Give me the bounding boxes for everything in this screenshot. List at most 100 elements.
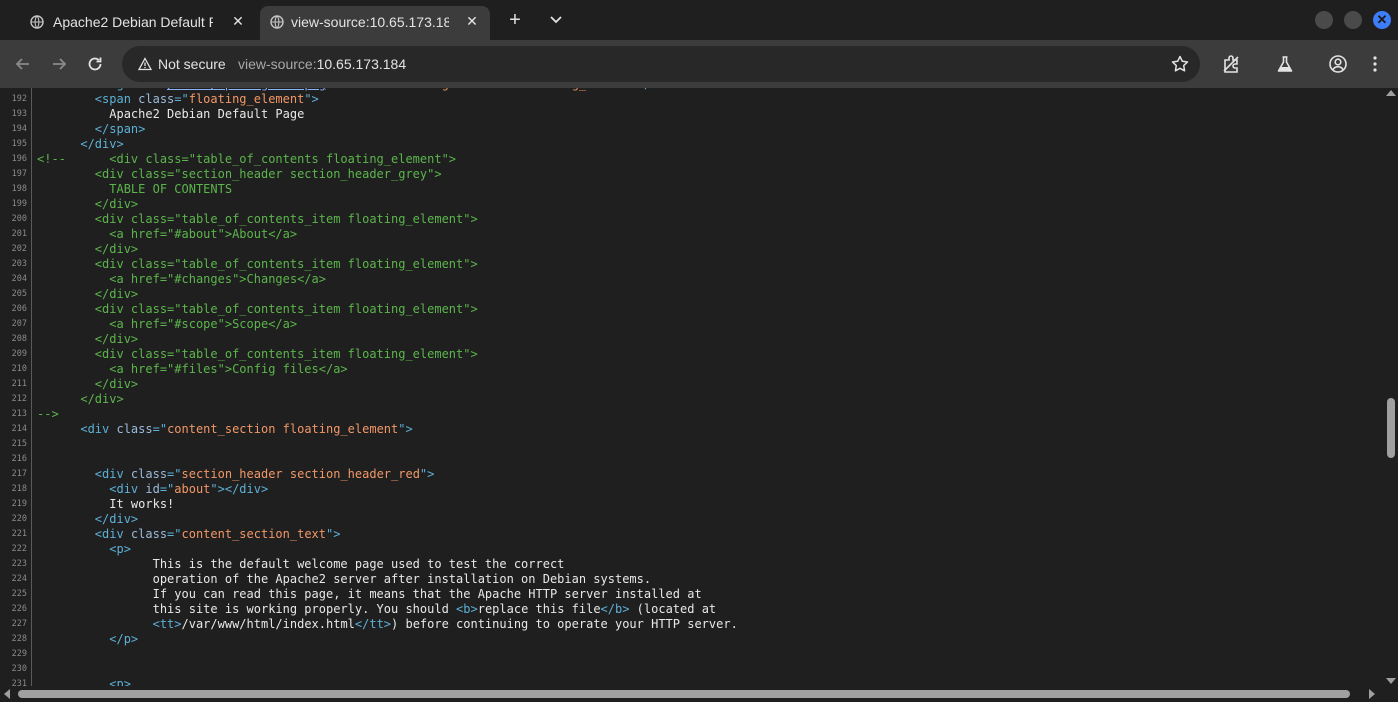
minimize-button[interactable]: [1315, 11, 1333, 29]
chevron-down-icon[interactable]: [548, 11, 564, 27]
scroll-left-arrow-icon[interactable]: [4, 689, 10, 699]
code-token: ": [456, 88, 470, 91]
line-number: 203: [11, 259, 27, 269]
vertical-scroll-thumb[interactable]: [1387, 398, 1395, 458]
line-number: 195: [11, 139, 27, 149]
code-token: =": [507, 88, 521, 91]
code-token: <b>: [456, 602, 478, 616]
code-token: Debian Logo: [377, 88, 456, 91]
tab-title: view-source:10.65.173.184: [291, 14, 449, 30]
line-number: 193: [11, 109, 27, 119]
maximize-button[interactable]: [1344, 11, 1362, 29]
vertical-scrollbar[interactable]: [1383, 88, 1398, 686]
line-number: 211: [11, 379, 27, 389]
kebab-menu-icon[interactable]: [1365, 54, 1385, 74]
code-token: ": [326, 88, 340, 91]
close-window-button[interactable]: ✕: [1373, 11, 1391, 29]
code-token: content_section_text: [181, 527, 327, 541]
close-tab-icon[interactable]: ✕: [230, 13, 246, 29]
bookmark-star-icon[interactable]: [1170, 54, 1190, 74]
code-token: <div class="section_header section_heade…: [37, 167, 442, 181]
code-token: "/>: [637, 88, 659, 91]
source-code: <a href="#changes">Changes</a>: [37, 272, 326, 287]
code-token: floating_element: [521, 88, 637, 91]
code-token: <a href="#scope">Scope</a>: [37, 317, 298, 331]
code-token: <div: [94, 467, 131, 481]
source-code: <a href="#scope">Scope</a>: [37, 317, 297, 332]
profile-icon[interactable]: [1328, 54, 1348, 74]
code-token: </span>: [94, 122, 146, 136]
scroll-down-arrow-icon[interactable]: [1386, 678, 1396, 684]
code-token: about: [174, 482, 211, 496]
code-token: ">: [304, 92, 319, 106]
line-number: 218: [11, 484, 27, 494]
code-token: =": [362, 88, 376, 91]
line-number: 220: [11, 514, 27, 524]
code-token: <div class="table_of_contents_item float…: [37, 302, 478, 316]
code-token: (located at: [629, 602, 717, 616]
horizontal-scrollbar[interactable]: [0, 686, 1398, 702]
code-token: <div: [94, 527, 131, 541]
source-code: <div class="table_of_contents_item float…: [37, 347, 478, 362]
source-link[interactable]: /icons/openlogo-75.png: [167, 88, 326, 91]
code-token: class: [116, 422, 153, 436]
code-token: class: [471, 88, 507, 91]
code-token: </div>: [94, 512, 139, 526]
code-token: <p>: [109, 677, 131, 686]
code-token: </div>: [37, 197, 139, 211]
line-number: 204: [11, 274, 27, 284]
line-number: 223: [11, 559, 27, 569]
labs-flask-icon[interactable]: [1275, 54, 1295, 74]
source-code: <div class="section_header section_heade…: [37, 167, 442, 182]
code-token: It works!: [37, 497, 175, 511]
extensions-icon[interactable]: [1221, 54, 1241, 74]
line-number: 196: [11, 154, 27, 164]
reload-icon[interactable]: [85, 54, 105, 74]
source-view[interactable]: 191 <img src="/icons/openlogo-75.png" al…: [0, 88, 1383, 686]
code-token: <span: [94, 92, 139, 106]
security-chip[interactable]: Not secure: [130, 50, 236, 78]
line-number: 230: [11, 664, 27, 674]
line-number: 214: [11, 424, 27, 434]
tab-view-source[interactable]: view-source:10.65.173.184 ✕: [260, 6, 490, 40]
code-token: ">: [419, 467, 435, 481]
code-token: -->: [37, 407, 59, 421]
horizontal-scroll-thumb[interactable]: [18, 690, 1350, 698]
line-number: 226: [11, 604, 27, 614]
url-text[interactable]: view-source:10.65.173.184: [238, 56, 406, 72]
source-code: <div class="table_of_contents_item float…: [37, 212, 478, 227]
url-host: 10.65.173.184: [316, 56, 407, 72]
code-token: id: [145, 482, 160, 496]
code-token: =": [167, 467, 182, 481]
code-token: =": [152, 422, 168, 436]
address-bar[interactable]: Not secure view-source:10.65.173.184: [122, 46, 1200, 82]
scroll-up-arrow-icon[interactable]: [1386, 90, 1396, 96]
toolbar: Not secure view-source:10.65.173.184: [0, 40, 1398, 88]
code-token: =": [167, 527, 182, 541]
code-token: class: [130, 467, 168, 481]
source-code: </div>: [37, 287, 138, 302]
line-number: 213: [11, 409, 27, 419]
line-number: 215: [11, 439, 27, 449]
tab-apache-default-page[interactable]: Apache2 Debian Default Page: It works ✕: [20, 6, 256, 40]
close-tab-icon[interactable]: ✕: [464, 13, 480, 29]
source-code: this site is working properly. You shoul…: [37, 602, 717, 617]
new-tab-button[interactable]: +: [505, 10, 525, 30]
line-number: 201: [11, 229, 27, 239]
source-code: <a href="#about">About</a>: [37, 227, 297, 242]
code-token: ">: [398, 422, 413, 436]
scroll-right-arrow-icon[interactable]: [1369, 689, 1375, 699]
source-code: <tt>/var/www/html/index.html</tt>) befor…: [37, 617, 738, 632]
code-token: </div>: [37, 392, 124, 406]
line-number: 228: [11, 634, 27, 644]
line-number: 221: [11, 529, 27, 539]
back-arrow-icon[interactable]: [13, 54, 33, 74]
code-token: </div>: [37, 377, 139, 391]
code-token: <a href="#changes">Changes</a>: [37, 272, 326, 286]
code-token: TABLE OF CONTENTS: [37, 182, 233, 196]
forward-arrow-icon[interactable]: [49, 54, 69, 74]
code-token: src: [131, 88, 153, 91]
